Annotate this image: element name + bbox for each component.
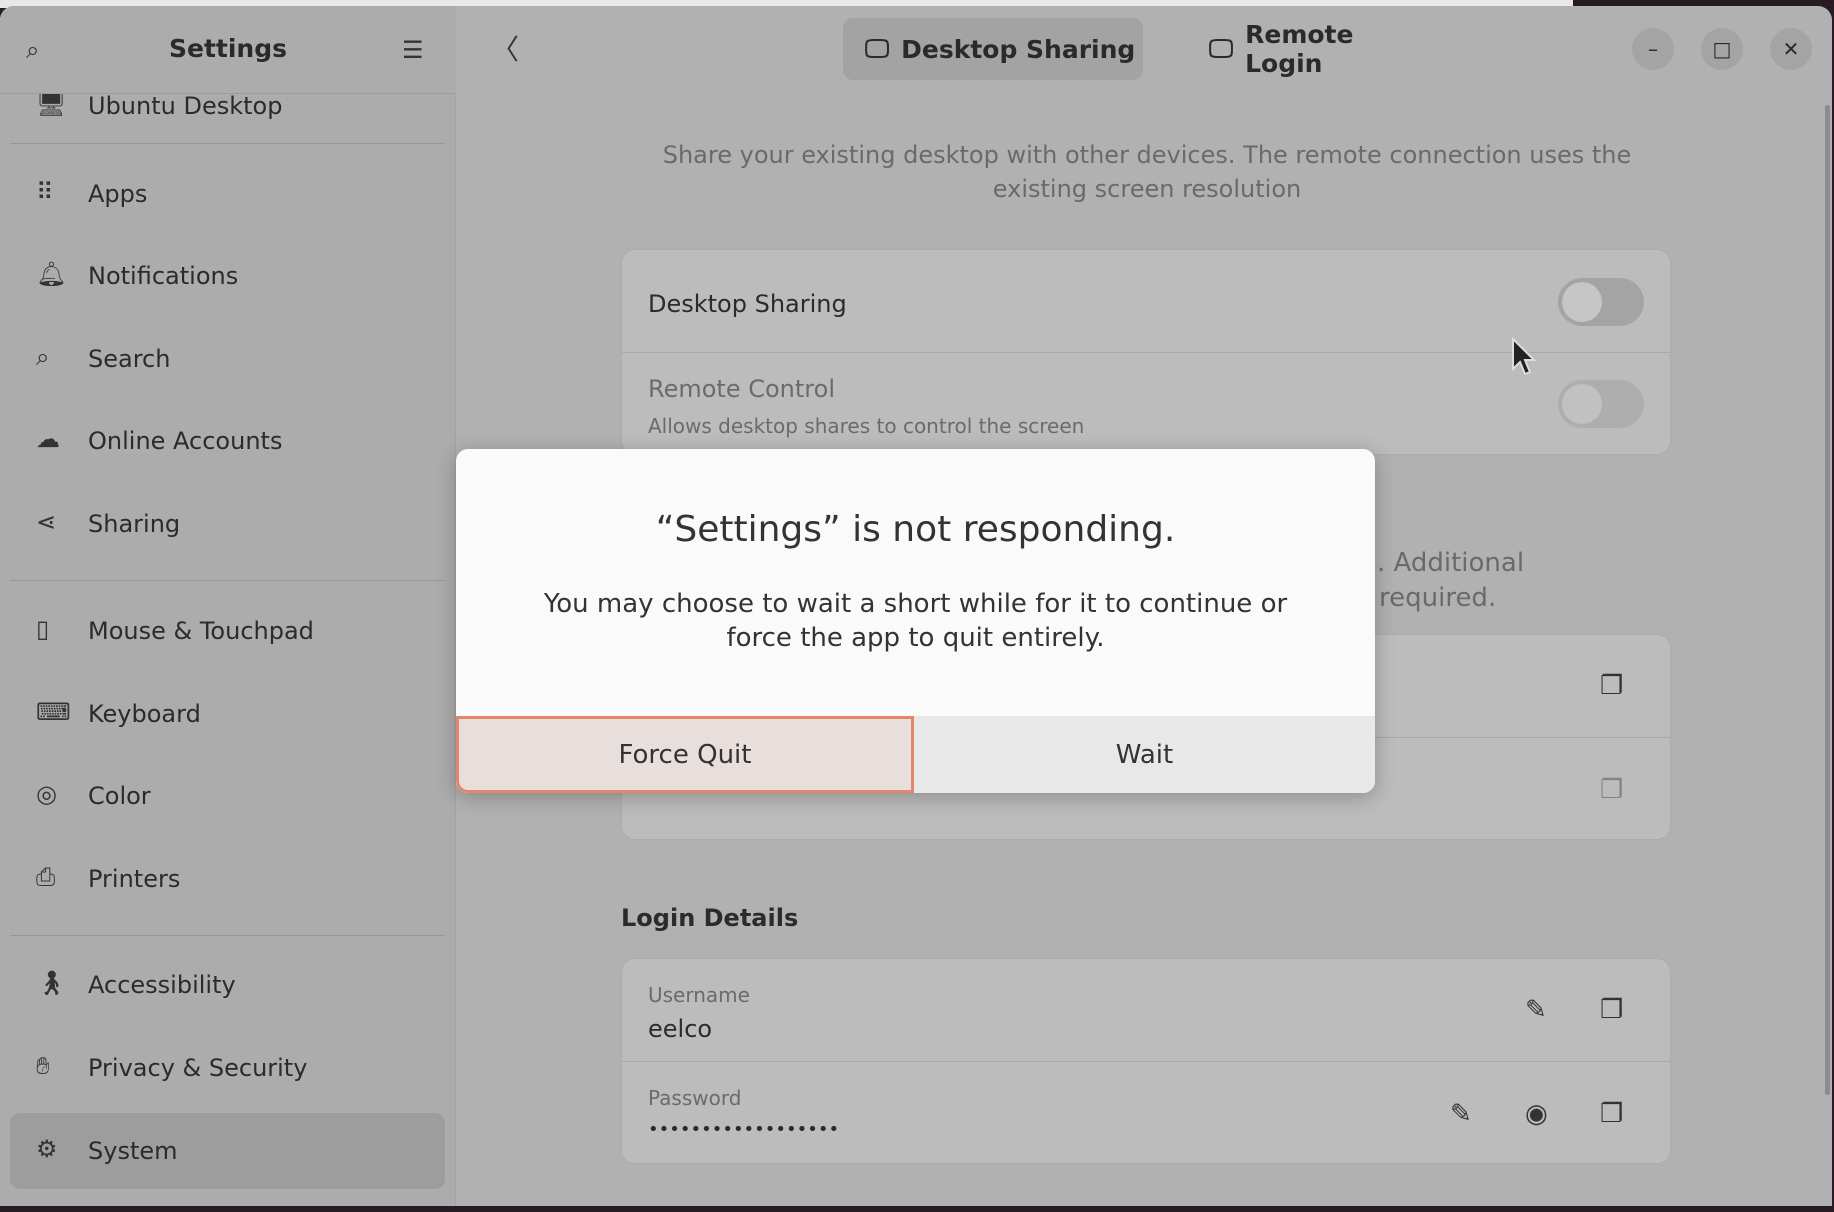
edit-icon[interactable]: ✎ <box>1525 995 1547 1025</box>
sidebar-item-accessibility[interactable]: 🚶︎ Accessibility <box>10 947 445 1023</box>
sidebar-item-privacy-security[interactable]: ✋︎ Privacy & Security <box>10 1030 445 1106</box>
minimize-icon: – <box>1648 37 1658 61</box>
color-icon: ◎ <box>36 780 57 808</box>
dialog-title: “Settings” is not responding. <box>655 509 1176 550</box>
sidebar-item-mouse-touchpad[interactable]: ▯ Mouse & Touchpad <box>10 593 445 669</box>
menu-icon[interactable]: ☰ <box>402 38 424 62</box>
bell-icon: 🔔︎ <box>36 260 67 288</box>
mouse-icon: ▯ <box>36 615 50 643</box>
dialog-body: You may choose to wait a short while for… <box>543 589 1288 653</box>
divider <box>10 935 445 936</box>
sidebar-item-apps[interactable]: ⠿ Apps <box>10 156 445 232</box>
remote-control-label: Remote Control <box>648 375 835 403</box>
hand-icon: ✋︎ <box>36 1052 50 1080</box>
sidebar: 🖥 Ubuntu Desktop ⌕ Settings ☰ ⠿ Apps 🔔︎ No… <box>0 6 456 1206</box>
sidebar-item-system[interactable]: ⚙ System <box>10 1113 445 1189</box>
back-icon[interactable]: 〈 <box>491 36 519 64</box>
sidebar-item-search[interactable]: ⌕ Search <box>10 321 445 397</box>
monitor-icon: 🖥 <box>36 90 67 118</box>
copy-icon[interactable]: ❐ <box>1600 995 1623 1025</box>
close-icon: ✕ <box>1782 37 1800 61</box>
remote-control-sublabel: Allows desktop shares to control the scr… <box>648 414 1085 438</box>
sidebar-header: ⌕ Settings ☰ <box>0 6 456 94</box>
password-value: •••••••••••••••••• <box>648 1119 840 1140</box>
sidebar-item-color[interactable]: ◎ Color <box>10 758 445 834</box>
copy-icon[interactable]: ❐ <box>1600 775 1623 805</box>
info-text-fragment: . Additional <box>1377 548 1525 578</box>
login-details-card: Username eelco ✎ ❐ Password ••••••••••••… <box>621 958 1671 1164</box>
remote-login-icon: 🖵 <box>1209 34 1234 63</box>
accessibility-icon: 🚶︎ <box>36 969 67 997</box>
share-icon: ⋖ <box>36 508 57 536</box>
username-label: Username <box>648 983 750 1007</box>
copy-icon[interactable]: ❐ <box>1600 671 1623 701</box>
info-text-fragment: required. <box>1379 583 1497 613</box>
eye-icon[interactable]: ◉ <box>1525 1099 1548 1129</box>
not-responding-dialog: “Settings” is not responding. You may ch… <box>456 449 1375 793</box>
password-label: Password <box>648 1086 742 1110</box>
remote-control-toggle[interactable] <box>1558 380 1644 428</box>
sidebar-item-printers[interactable]: ⎙ Printers <box>10 841 445 917</box>
gear-icon: ⚙ <box>36 1135 58 1163</box>
maximize-icon: □ <box>1712 37 1732 61</box>
description: Share your existing desktop with other d… <box>662 141 1632 203</box>
keyboard-icon: ⌨ <box>36 698 71 726</box>
wait-button[interactable]: Wait <box>914 716 1375 793</box>
cloud-icon: ☁︎ <box>36 425 60 453</box>
desktop-sharing-icon: 🖵 <box>865 34 890 63</box>
scrollbar[interactable] <box>1825 105 1830 1095</box>
apps-grid-icon: ⠿ <box>36 178 54 206</box>
tab-remote-login[interactable]: 🖵 Remote Login <box>1187 18 1427 80</box>
username-value: eelco <box>648 1015 713 1043</box>
sidebar-item-sharing[interactable]: ⋖ Sharing <box>10 486 445 562</box>
minimize-button[interactable]: – <box>1632 28 1674 70</box>
search-icon: ⌕ <box>36 343 50 371</box>
maximize-button[interactable]: □ <box>1701 28 1743 70</box>
sidebar-title: Settings <box>168 34 287 63</box>
tab-desktop-sharing[interactable]: 🖵 Desktop Sharing <box>843 18 1143 80</box>
settings-window: 🖥 Ubuntu Desktop ⌕ Settings ☰ ⠿ Apps 🔔︎ No… <box>0 6 1832 1206</box>
sidebar-item-online-accounts[interactable]: ☁︎ Online Accounts <box>10 403 445 479</box>
printer-icon: ⎙ <box>36 863 56 891</box>
copy-icon[interactable]: ❐ <box>1600 1099 1623 1129</box>
edit-icon[interactable]: ✎ <box>1450 1099 1472 1129</box>
mouse-cursor-icon <box>1512 337 1537 376</box>
divider <box>10 580 445 581</box>
login-details-heading: Login Details <box>621 904 799 932</box>
divider <box>10 143 445 144</box>
desktop-sharing-toggle[interactable] <box>1558 278 1644 326</box>
close-button[interactable]: ✕ <box>1770 28 1812 70</box>
desktop-sharing-label: Desktop Sharing <box>648 290 847 318</box>
sidebar-item-keyboard[interactable]: ⌨ Keyboard <box>10 676 445 752</box>
divider <box>622 1061 1670 1062</box>
force-quit-button[interactable]: Force Quit <box>456 716 914 793</box>
sidebar-item-notifications[interactable]: 🔔︎ Notifications <box>10 238 445 314</box>
